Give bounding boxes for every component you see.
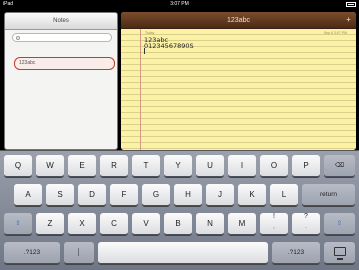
hide-keyboard-key[interactable]: [324, 242, 355, 264]
key-l[interactable]: L: [270, 184, 298, 206]
search-input[interactable]: [22, 34, 110, 41]
shift-key-right[interactable]: ⇧: [324, 213, 355, 235]
key-r[interactable]: R: [100, 155, 128, 177]
key-question-period[interactable]: ? .: [292, 213, 320, 235]
note-body[interactable]: 123abc 01234567890S: [144, 37, 194, 50]
key-i[interactable]: I: [228, 155, 256, 177]
note-header: 123abc +: [121, 12, 356, 29]
notes-list-panel: Notes 123abc: [4, 12, 118, 150]
key-p[interactable]: P: [292, 155, 320, 177]
key-w[interactable]: W: [36, 155, 64, 177]
shift-key-left[interactable]: ⇧: [4, 213, 32, 235]
microphone-key[interactable]: │: [64, 242, 94, 264]
key-m[interactable]: M: [228, 213, 256, 235]
status-bar: iPad 3:07 PM: [0, 0, 359, 8]
key-sub-glyph: .: [305, 224, 307, 230]
note-paper[interactable]: Today Sep 6 3:07 PM 123abc 01234567890S: [121, 29, 356, 150]
key-f[interactable]: F: [110, 184, 138, 206]
keyboard-icon: [333, 247, 346, 260]
key-y[interactable]: Y: [164, 155, 192, 177]
key-sub-glyph: ,: [273, 224, 275, 230]
delete-key[interactable]: ⌫: [324, 155, 355, 177]
add-note-button[interactable]: +: [344, 15, 353, 24]
key-exclaim-comma[interactable]: ! ,: [260, 213, 288, 235]
key-v[interactable]: V: [132, 213, 160, 235]
note-editor: 123abc + Today Sep 6 3:07 PM 123abc 0123…: [121, 12, 356, 150]
key-x[interactable]: X: [68, 213, 96, 235]
key-main-glyph: !: [273, 213, 275, 220]
text-caret: [144, 48, 145, 54]
key-e[interactable]: E: [68, 155, 96, 177]
key-c[interactable]: C: [100, 213, 128, 235]
numbers-key-left[interactable]: .?123: [4, 242, 60, 264]
note-title: 123abc: [227, 17, 250, 24]
margin-line: [140, 29, 141, 150]
key-a[interactable]: A: [14, 184, 42, 206]
key-j[interactable]: J: [206, 184, 234, 206]
clock: 3:07 PM: [170, 1, 189, 7]
notes-list-title: Notes: [5, 13, 117, 30]
key-h[interactable]: H: [174, 184, 202, 206]
search-icon: [16, 35, 20, 40]
key-d[interactable]: D: [78, 184, 106, 206]
key-b[interactable]: B: [164, 213, 192, 235]
key-s[interactable]: S: [46, 184, 74, 206]
note-date: Today: [145, 31, 155, 35]
key-main-glyph: ?: [304, 213, 308, 220]
key-u[interactable]: U: [196, 155, 224, 177]
key-n[interactable]: N: [196, 213, 224, 235]
key-t[interactable]: T: [132, 155, 160, 177]
space-bar[interactable]: [98, 242, 268, 264]
key-g[interactable]: G: [142, 184, 170, 206]
key-o[interactable]: O: [260, 155, 288, 177]
note-timestamp: Sep 6 3:07 PM: [323, 31, 347, 35]
key-q[interactable]: Q: [4, 155, 32, 177]
on-screen-keyboard: Q W E R T Y U I O P ⌫ A S D F G H J K L …: [0, 150, 359, 270]
key-z[interactable]: Z: [36, 213, 64, 235]
numbers-key-right[interactable]: .?123: [272, 242, 320, 264]
search-field[interactable]: [12, 33, 112, 42]
return-key[interactable]: return: [302, 184, 355, 206]
battery-icon: [346, 1, 356, 7]
note-line: 01234567890S: [144, 42, 194, 50]
list-item[interactable]: 123abc: [14, 57, 115, 70]
key-k[interactable]: K: [238, 184, 266, 206]
